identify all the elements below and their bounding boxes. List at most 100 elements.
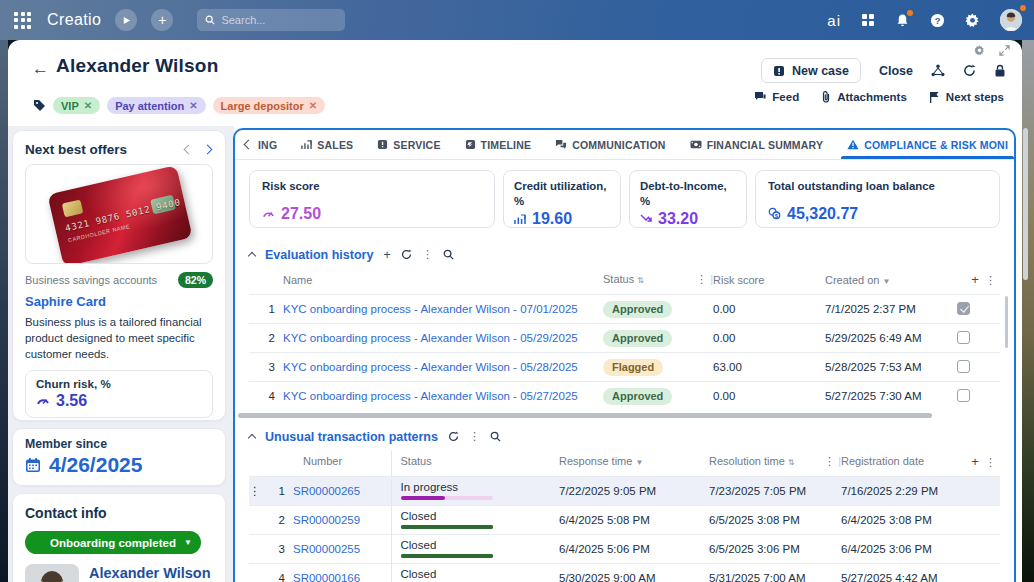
pattern-row[interactable]: 3 SR00000255 Closed 6/4/2025 5:06 PM 6/5…	[249, 534, 1000, 563]
record-link[interactable]: KYC onboarding process - Alexander Wilso…	[283, 361, 578, 373]
add-record-icon[interactable]: +	[383, 247, 391, 262]
expand-icon[interactable]	[999, 45, 1010, 56]
status-badge: Approved	[603, 301, 672, 318]
search-icon[interactable]	[443, 249, 454, 260]
pattern-row[interactable]: 4 SR00000166 Closed 5/30/2025 9:00 AM 5/…	[249, 563, 1000, 582]
avatar-photo	[1000, 9, 1022, 31]
new-case-button[interactable]: New case	[761, 58, 861, 83]
evaluation-history-title[interactable]: Evaluation history	[265, 248, 373, 262]
user-avatar[interactable]	[1000, 9, 1022, 31]
record-link[interactable]: KYC onboarding process - Alexander Wilso…	[283, 390, 578, 402]
table-menu-icon[interactable]: ⋮	[985, 274, 996, 286]
record-link[interactable]: KYC onboarding process - Alexander Wilso…	[283, 303, 578, 315]
page-settings-icon[interactable]	[974, 45, 985, 56]
col-risk-score[interactable]: Risk score	[713, 268, 825, 295]
tabs-scroll-left-icon[interactable]	[243, 130, 254, 159]
evaluation-row[interactable]: 1 KYC onboarding process - Alexander Wil…	[249, 295, 1000, 324]
col-status[interactable]: Status⇅⋮ |	[603, 268, 713, 295]
col-resolution-time[interactable]: Resolution time⇅⋮ |	[709, 450, 841, 477]
table-menu-icon[interactable]: ⋮	[985, 456, 996, 468]
tag-pill[interactable]: Large depositor✕	[213, 97, 326, 114]
tag-remove-icon[interactable]: ✕	[189, 100, 197, 111]
close-button[interactable]: Close	[879, 64, 913, 78]
col-registration-date[interactable]: Registration date	[841, 450, 971, 477]
col-response-time[interactable]: Response time▼	[559, 450, 709, 477]
service-icon	[377, 139, 388, 150]
workplaces-button[interactable]	[861, 13, 875, 27]
tab-compliance-risk-monitoring[interactable]: COMPLIANCE & RISK MONI	[835, 130, 1016, 159]
window-scrollbar[interactable]	[1023, 128, 1028, 280]
offer-product-link[interactable]: Saphire Card	[25, 294, 213, 309]
tab-financial-summary[interactable]: FINANCIAL SUMMARY	[678, 130, 836, 159]
table-scrollbar[interactable]	[1005, 296, 1008, 348]
help-button[interactable]: ?	[930, 13, 945, 28]
feed-button[interactable]: Feed	[754, 91, 799, 103]
col-created-on[interactable]: Created on▼	[825, 268, 947, 295]
record-link[interactable]: SR00000259	[293, 514, 360, 526]
search-icon[interactable]	[490, 431, 501, 442]
search-placeholder: Search...	[221, 14, 265, 26]
tab-service[interactable]: SERVICE	[365, 130, 452, 159]
record-link[interactable]: SR00000265	[293, 485, 360, 497]
tag-pill[interactable]: Pay attention✕	[107, 97, 205, 114]
horizontal-scrollbar[interactable]	[238, 413, 1000, 419]
lock-icon	[994, 64, 1006, 77]
column-menu-icon[interactable]: ⋮	[696, 273, 707, 285]
evaluation-row[interactable]: 2 KYC onboarding process - Alexander Wil…	[249, 324, 1000, 353]
metric-total-loan-balance: Total outstanding loan balance $ 45,320.…	[755, 170, 1000, 228]
run-process-button[interactable]	[115, 9, 137, 31]
offers-prev-icon[interactable]	[184, 145, 194, 155]
add-column-icon[interactable]: +	[971, 454, 979, 469]
patterns-title[interactable]: Unusual transaction patterns	[265, 430, 438, 444]
row-checkbox[interactable]	[957, 302, 970, 315]
pattern-row[interactable]: ⋮ 1 SR00000265 In progress 7/22/2025 9:0…	[249, 476, 1000, 505]
offers-next-icon[interactable]	[203, 145, 213, 155]
record-link[interactable]: SR00000255	[293, 543, 360, 555]
ai-assistant-button[interactable]: ai	[827, 12, 841, 29]
refresh-icon[interactable]	[401, 249, 412, 260]
refresh-button[interactable]	[963, 64, 976, 77]
global-search-input[interactable]: Search...	[197, 9, 345, 31]
pattern-row[interactable]: 2 SR00000259 Closed 6/4/2025 5:08 PM 6/5…	[249, 505, 1000, 534]
offer-description: Business plus is a tailored financial pr…	[25, 315, 213, 363]
row-checkbox[interactable]	[957, 360, 970, 373]
tab-ing[interactable]: ING	[254, 130, 289, 159]
contact-name[interactable]: Alexander Wilson	[89, 565, 211, 581]
apps-grid-icon[interactable]	[14, 12, 31, 29]
settings-button[interactable]	[965, 13, 980, 28]
more-actions-icon[interactable]: ⋮	[469, 430, 480, 443]
col-name[interactable]: Name	[283, 268, 603, 295]
tab-timeline[interactable]: TIMELINE	[453, 130, 544, 159]
collapse-icon[interactable]	[248, 434, 256, 442]
status-badge: Flagged	[603, 359, 663, 376]
lock-button[interactable]	[994, 64, 1006, 77]
record-link[interactable]: KYC onboarding process - Alexander Wilso…	[283, 332, 578, 344]
collapse-icon[interactable]	[248, 252, 256, 260]
attachments-button[interactable]: Attachments	[821, 91, 907, 103]
row-checkbox[interactable]	[957, 331, 970, 344]
more-actions-icon[interactable]: ⋮	[422, 248, 433, 261]
col-status[interactable]: Status	[391, 450, 559, 477]
add-button[interactable]: +	[151, 9, 173, 31]
tag-icon[interactable]	[33, 99, 46, 112]
tag-pill[interactable]: VIP✕	[53, 97, 100, 114]
evaluation-row[interactable]: 3 KYC onboarding process - Alexander Wil…	[249, 353, 1000, 382]
tab-communication[interactable]: COMMUNICATION	[543, 130, 677, 159]
next-steps-button[interactable]: Next steps	[929, 91, 1004, 103]
add-column-icon[interactable]: +	[971, 272, 979, 287]
feed-label: Feed	[772, 91, 799, 103]
back-button[interactable]: ←	[32, 59, 49, 79]
record-link[interactable]: SR00000166	[293, 572, 360, 582]
evaluation-row[interactable]: 4 KYC onboarding process - Alexander Wil…	[249, 382, 1000, 411]
process-map-button[interactable]	[931, 64, 945, 77]
row-checkbox[interactable]	[957, 389, 970, 402]
tag-remove-icon[interactable]: ✕	[84, 100, 92, 111]
tab-sales[interactable]: SALES	[289, 130, 365, 159]
patterns-header: Unusual transaction patterns ⋮	[235, 419, 1014, 450]
col-number[interactable]: Number	[293, 450, 391, 477]
refresh-icon[interactable]	[448, 431, 459, 442]
onboarding-status-button[interactable]: Onboarding completed ▼	[25, 531, 201, 554]
tag-remove-icon[interactable]: ✕	[309, 100, 317, 111]
notifications-button[interactable]	[895, 13, 910, 28]
drag-handle[interactable]: ⋮	[249, 476, 263, 505]
